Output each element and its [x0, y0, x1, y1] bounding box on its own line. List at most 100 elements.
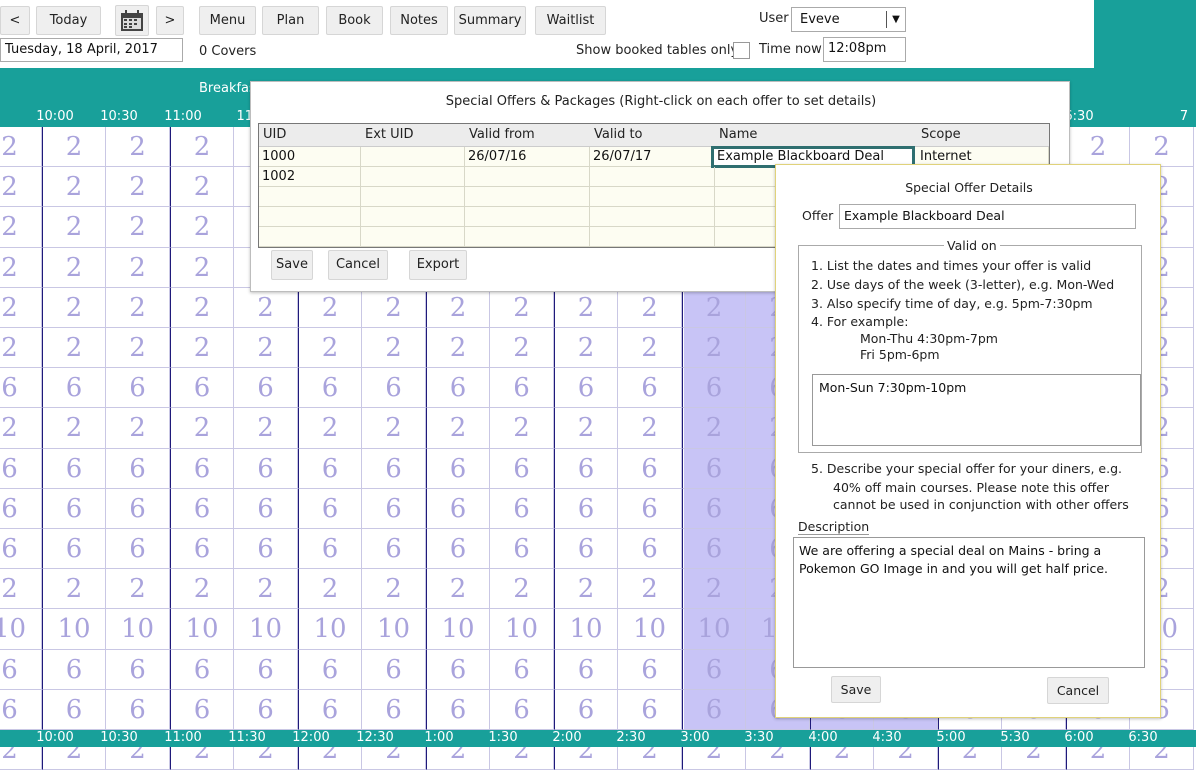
grid-cell[interactable]: 6	[234, 649, 298, 690]
menu-button[interactable]: Menu	[199, 6, 256, 35]
grid-cell[interactable]: 2	[0, 287, 42, 328]
grid-cell[interactable]: 6	[618, 488, 682, 529]
grid-cell[interactable]: 6	[106, 529, 170, 570]
grid-cell[interactable]: 6	[170, 689, 234, 730]
prev-day-button[interactable]: <	[0, 6, 30, 35]
grid-cell[interactable]: 6	[682, 448, 746, 489]
grid-cell[interactable]: 10	[298, 609, 362, 650]
grid-cell[interactable]: 6	[298, 529, 362, 570]
column-header-valid-from[interactable]: Valid from	[465, 124, 590, 146]
grid-cell[interactable]: 10	[106, 609, 170, 650]
grid-cell[interactable]: 2	[618, 569, 682, 610]
grid-cell[interactable]: 6	[554, 689, 618, 730]
grid-cell[interactable]: 2	[298, 569, 362, 610]
time-now-field[interactable]: 12:08pm	[823, 37, 906, 62]
grid-cell[interactable]: 6	[618, 448, 682, 489]
grid-cell[interactable]: 2	[42, 207, 106, 248]
grid-cell[interactable]: 2	[618, 408, 682, 449]
grid-cell[interactable]: 2	[170, 328, 234, 369]
grid-cell[interactable]: 2	[682, 328, 746, 369]
grid-cell[interactable]: 6	[490, 649, 554, 690]
column-header-scope[interactable]: Scope	[917, 124, 1049, 146]
grid-cell[interactable]: 2	[426, 287, 490, 328]
column-header-uid[interactable]: UID	[259, 124, 361, 146]
column-header-valid-to[interactable]: Valid to	[590, 124, 715, 146]
grid-cell[interactable]: 10	[42, 609, 106, 650]
grid-cell[interactable]: 6	[618, 368, 682, 409]
grid-cell[interactable]: 2	[490, 569, 554, 610]
grid-cell[interactable]: 6	[554, 488, 618, 529]
cell-valid-from[interactable]	[465, 167, 590, 187]
grid-cell[interactable]: 2	[682, 287, 746, 328]
grid-cell[interactable]: 2	[42, 127, 106, 168]
grid-cell[interactable]: 6	[618, 689, 682, 730]
grid-cell[interactable]: 10	[554, 609, 618, 650]
grid-cell[interactable]: 2	[618, 287, 682, 328]
grid-cell[interactable]: 6	[298, 649, 362, 690]
grid-cell[interactable]: 2	[42, 287, 106, 328]
date-field[interactable]: Tuesday, 18 April, 2017	[0, 38, 183, 62]
grid-cell[interactable]: 2	[490, 328, 554, 369]
grid-cell[interactable]: 2	[554, 328, 618, 369]
grid-cell[interactable]: 6	[170, 368, 234, 409]
grid-cell[interactable]: 6	[554, 649, 618, 690]
grid-cell[interactable]: 10	[362, 609, 426, 650]
grid-cell[interactable]: 2	[106, 247, 170, 288]
grid-cell[interactable]: 2	[170, 167, 234, 208]
grid-cell[interactable]: 2	[170, 207, 234, 248]
grid-cell[interactable]: 2	[170, 569, 234, 610]
grid-cell[interactable]: 6	[106, 448, 170, 489]
offer-name-input[interactable]: Example Blackboard Deal	[839, 204, 1136, 229]
cell-valid-to[interactable]	[590, 167, 715, 187]
grid-cell[interactable]: 10	[618, 609, 682, 650]
grid-cell[interactable]: 6	[490, 448, 554, 489]
grid-cell[interactable]: 2	[1066, 127, 1130, 168]
grid-cell[interactable]: 2	[426, 328, 490, 369]
grid-cell[interactable]: 6	[362, 448, 426, 489]
today-button[interactable]: Today	[36, 6, 101, 35]
waitlist-button[interactable]: Waitlist	[535, 6, 606, 35]
grid-cell[interactable]: 10	[682, 609, 746, 650]
grid-cell[interactable]: 2	[170, 287, 234, 328]
grid-cell[interactable]: 2	[42, 328, 106, 369]
grid-cell[interactable]: 2	[0, 569, 42, 610]
grid-cell[interactable]: 6	[362, 368, 426, 409]
grid-cell[interactable]: 2	[426, 408, 490, 449]
grid-cell[interactable]: 6	[42, 448, 106, 489]
grid-cell[interactable]: 6	[490, 529, 554, 570]
grid-cell[interactable]: 6	[234, 448, 298, 489]
grid-cell[interactable]: 6	[0, 488, 42, 529]
book-button[interactable]: Book	[326, 6, 383, 35]
grid-cell[interactable]: 6	[0, 368, 42, 409]
grid-cell[interactable]: 2	[42, 569, 106, 610]
grid-cell[interactable]: 6	[426, 448, 490, 489]
grid-cell[interactable]: 10	[234, 609, 298, 650]
grid-cell[interactable]: 6	[234, 689, 298, 730]
grid-cell[interactable]: 2	[234, 328, 298, 369]
cell-valid-from[interactable]: 26/07/16	[465, 147, 590, 167]
grid-cell[interactable]: 6	[426, 689, 490, 730]
grid-cell[interactable]: 6	[106, 368, 170, 409]
grid-cell[interactable]: 6	[298, 689, 362, 730]
grid-cell[interactable]: 2	[362, 287, 426, 328]
grid-cell[interactable]: 6	[170, 488, 234, 529]
cell-ext-uid[interactable]	[361, 167, 465, 187]
offers-export-button[interactable]: Export	[409, 250, 467, 280]
grid-cell[interactable]: 2	[682, 569, 746, 610]
grid-cell[interactable]: 2	[554, 569, 618, 610]
grid-cell[interactable]: 2	[298, 408, 362, 449]
grid-cell[interactable]: 6	[106, 488, 170, 529]
grid-cell[interactable]: 2	[298, 328, 362, 369]
grid-cell[interactable]: 2	[106, 287, 170, 328]
grid-cell[interactable]: 2	[0, 247, 42, 288]
grid-cell[interactable]: 6	[490, 689, 554, 730]
grid-cell[interactable]: 6	[42, 368, 106, 409]
grid-cell[interactable]: 6	[426, 649, 490, 690]
notes-button[interactable]: Notes	[390, 6, 448, 35]
grid-cell[interactable]: 6	[234, 529, 298, 570]
grid-cell[interactable]: 10	[0, 609, 42, 650]
grid-cell[interactable]: 2	[170, 127, 234, 168]
grid-cell[interactable]: 2	[362, 328, 426, 369]
grid-cell[interactable]: 2	[42, 247, 106, 288]
cell-ext-uid[interactable]	[361, 147, 465, 167]
